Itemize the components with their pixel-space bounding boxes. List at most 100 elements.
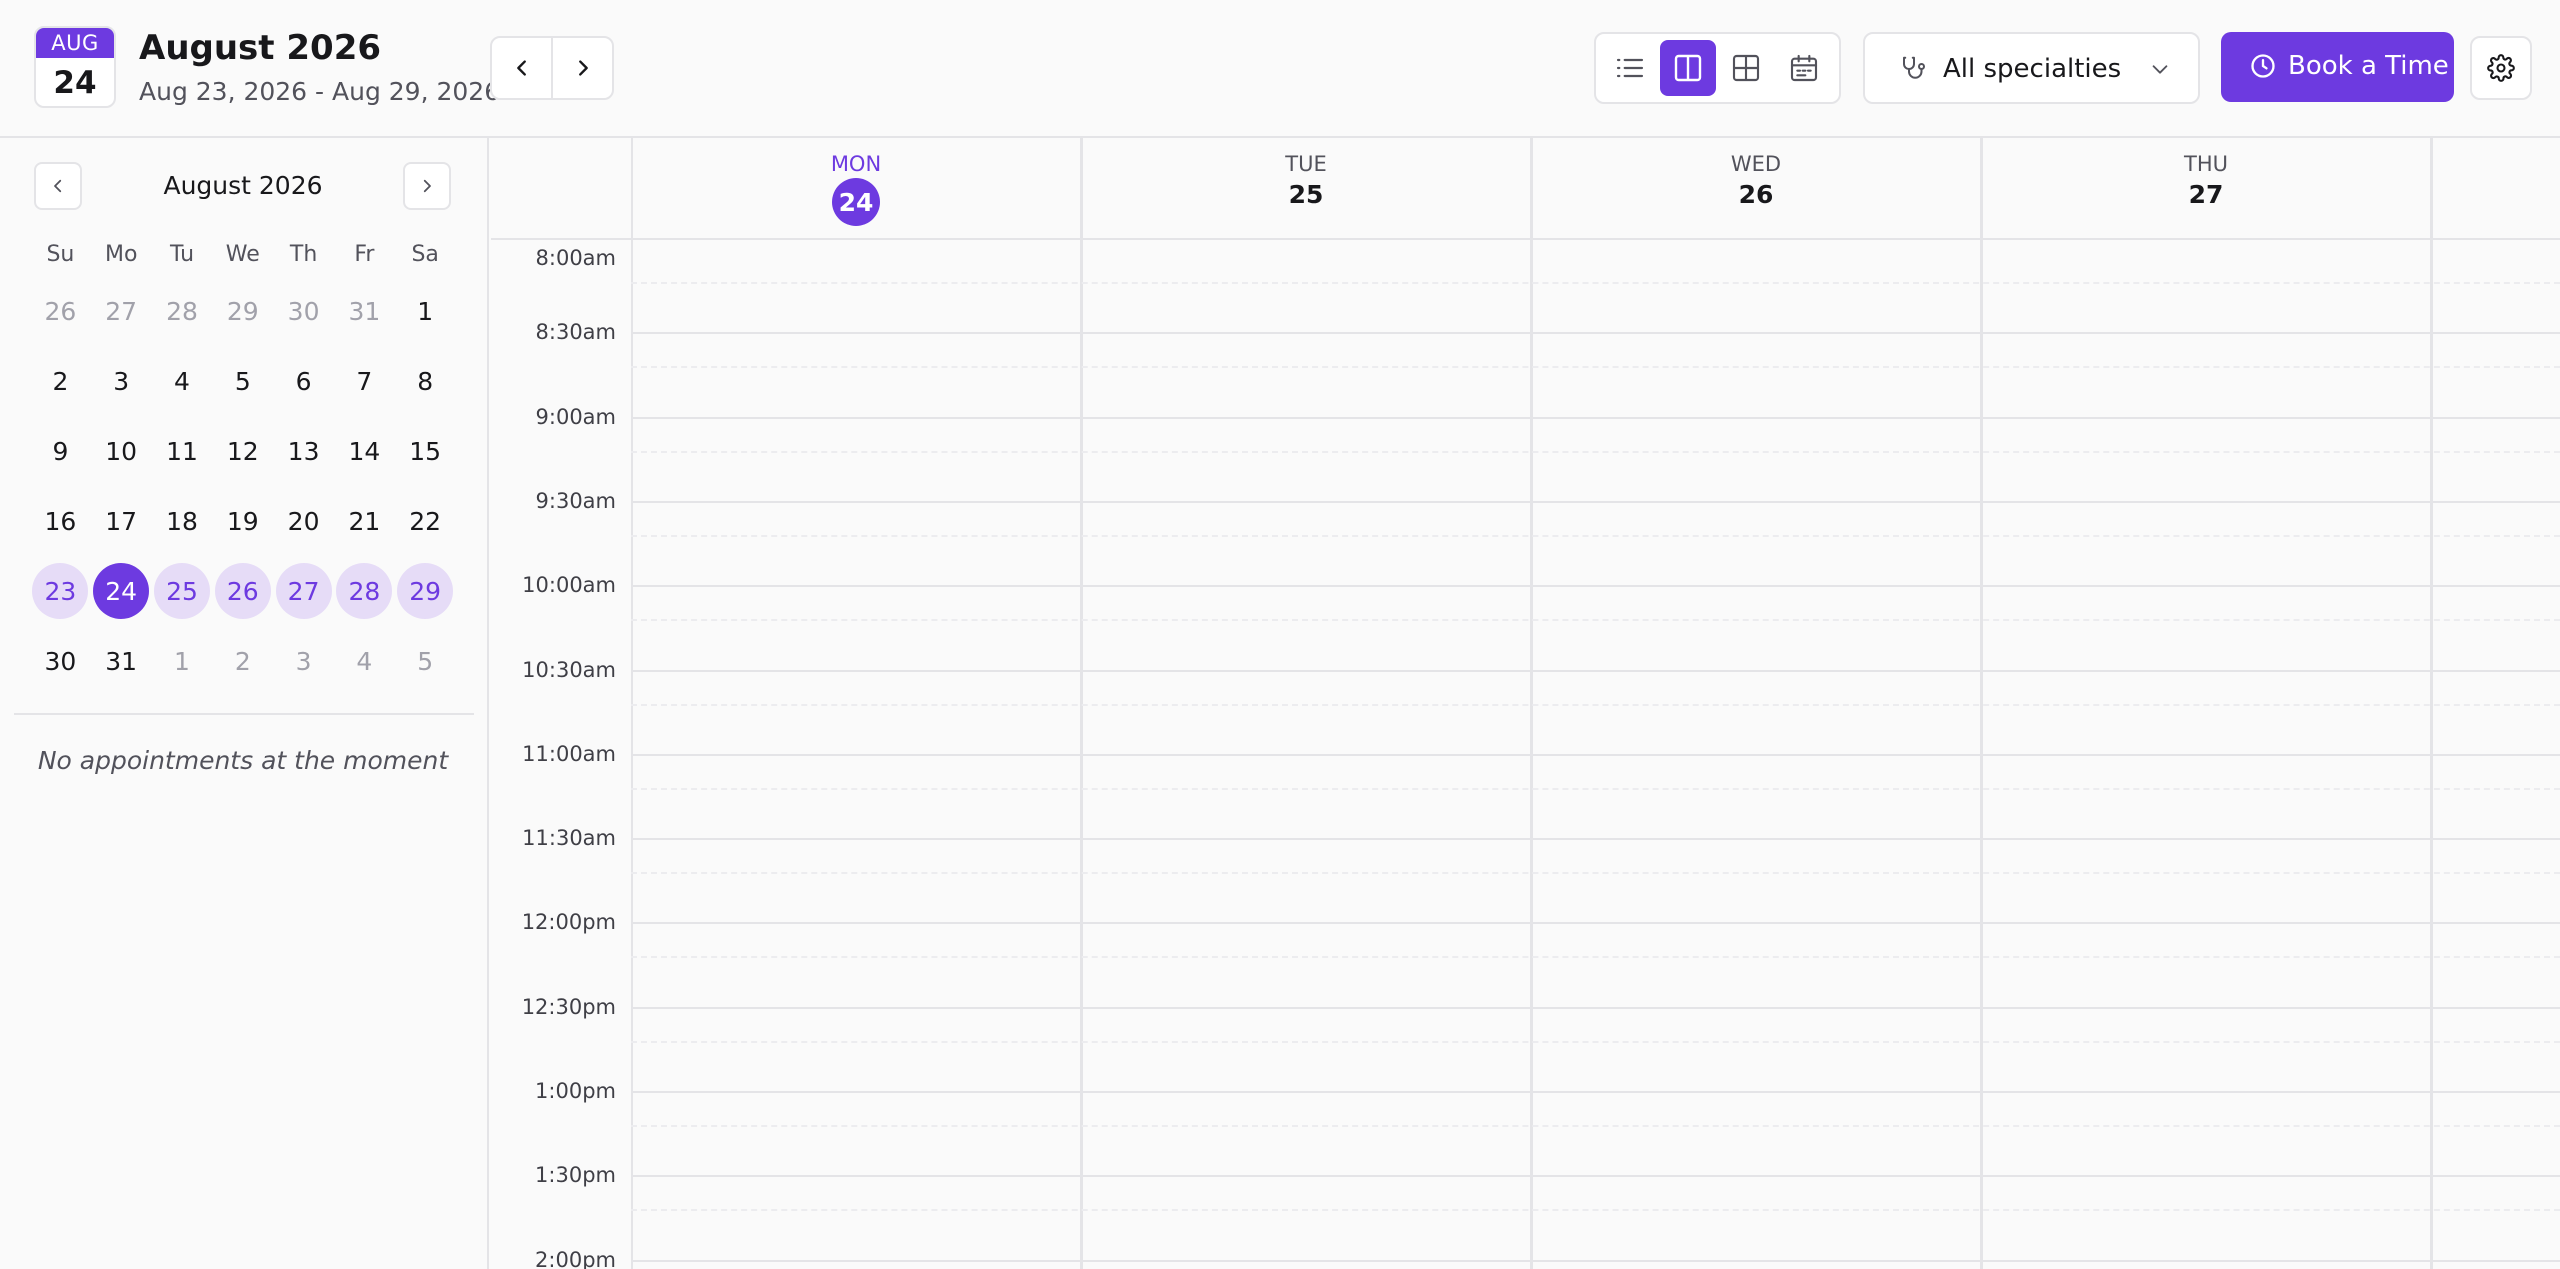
mini-calendar-day-label: 27 <box>275 563 332 619</box>
mini-calendar-day[interactable]: 9 <box>30 416 91 486</box>
calendar-view-button[interactable] <box>1776 40 1832 96</box>
mini-calendar-day[interactable]: 5 <box>395 626 456 696</box>
mini-calendar-day[interactable]: 1 <box>152 626 213 696</box>
mini-calendar-day-label: 15 <box>409 436 442 466</box>
previous-week-button[interactable] <box>492 38 551 98</box>
mini-calendar-day-label: 4 <box>174 366 190 396</box>
time-slot-label: 11:00am <box>522 741 616 766</box>
mini-calendar-day[interactable]: 28 <box>152 276 213 346</box>
mini-calendar-day[interactable]: 7 <box>334 346 395 416</box>
slot-line <box>631 753 2560 756</box>
mini-calendar-day[interactable]: 4 <box>152 346 213 416</box>
mini-calendar-day[interactable]: 30 <box>30 626 91 696</box>
day-column-header[interactable]: MON 24 <box>631 138 1081 238</box>
mini-calendar-day-label: 26 <box>214 563 271 619</box>
mini-calendar-day-label: 1 <box>417 296 434 326</box>
mini-calendar-day[interactable]: 24 <box>91 556 152 626</box>
mini-calendar-day[interactable]: 31 <box>91 626 152 696</box>
clock-icon <box>2251 54 2275 78</box>
mini-calendar-day[interactable]: 18 <box>152 486 213 556</box>
mini-calendar-day[interactable]: 16 <box>30 486 91 556</box>
mini-calendar-day[interactable]: 30 <box>273 276 334 346</box>
mini-calendar-day[interactable]: 15 <box>395 416 456 486</box>
next-week-button[interactable] <box>551 38 612 98</box>
mini-calendar-day[interactable]: 26 <box>212 556 273 626</box>
mini-calendar-day[interactable]: 8 <box>395 346 456 416</box>
month-grid-icon <box>1732 54 1760 82</box>
list-view-button[interactable] <box>1602 40 1658 96</box>
mini-calendar-day[interactable]: 29 <box>212 276 273 346</box>
chevron-right-icon <box>423 179 431 193</box>
mini-calendar-day-label: 8 <box>417 366 434 396</box>
mini-calendar-next-button[interactable] <box>403 162 451 210</box>
mini-calendar-day[interactable]: 3 <box>273 626 334 696</box>
slot-subline <box>631 619 2560 622</box>
mini-calendar-day[interactable]: 26 <box>30 276 91 346</box>
mini-calendar-day-label: 2 <box>52 366 69 396</box>
mini-calendar-day[interactable]: 20 <box>273 486 334 556</box>
week-view-button[interactable] <box>1660 40 1716 96</box>
mini-calendar-day[interactable]: 29 <box>395 556 456 626</box>
month-grid-view-button[interactable] <box>1718 40 1774 96</box>
date-range: Aug 23, 2026 - Aug 29, 2026 <box>139 77 501 106</box>
mini-calendar-day[interactable]: 4 <box>334 626 395 696</box>
mini-calendar-day-label: 16 <box>44 506 77 536</box>
day-column-header[interactable]: THU 27 <box>1981 138 2431 238</box>
mini-calendar-day[interactable]: 2 <box>30 346 91 416</box>
mini-calendar-day[interactable]: 21 <box>334 486 395 556</box>
mini-calendar-day[interactable]: 10 <box>91 416 152 486</box>
day-name: TUE <box>1285 152 1327 176</box>
mini-calendar-day-label: 19 <box>226 506 259 536</box>
mini-calendar-day[interactable]: 5 <box>212 346 273 416</box>
time-slot-label: 2:00pm <box>535 1247 616 1269</box>
time-slot-label: 1:30pm <box>535 1163 616 1188</box>
slot-line <box>631 1091 2560 1093</box>
slot-subline <box>631 534 2560 537</box>
mini-calendar-day-label: 30 <box>287 296 320 326</box>
mini-calendar-day-label: 14 <box>348 436 381 466</box>
time-slot-label: 8:30am <box>535 320 616 345</box>
mini-calendar-day-label: 29 <box>226 296 259 326</box>
mini-calendar-day[interactable]: 19 <box>212 486 273 556</box>
mini-calendar-day[interactable]: 28 <box>334 556 395 626</box>
slot-subline <box>631 787 2560 790</box>
mini-calendar-day-label: 4 <box>356 646 373 676</box>
mini-calendar-day[interactable]: 31 <box>334 276 395 346</box>
sidebar: August 2026 Su Mo Tu We Th Fr Sa 26 27 28 2… <box>0 138 489 1269</box>
top-toolbar: AUG 24 August 2026 Aug 23, 2026 - Aug 29… <box>0 0 2560 138</box>
slot-subline <box>631 956 2560 959</box>
mini-calendar-day-label: 5 <box>417 646 434 676</box>
day-column-header[interactable]: WED 26 <box>1531 138 1981 238</box>
mini-calendar-day[interactable]: 23 <box>30 556 91 626</box>
time-slot-label: 1:00pm <box>535 1079 616 1103</box>
specialty-select[interactable]: All specialties <box>1863 32 2200 104</box>
mini-calendar-day[interactable]: 12 <box>212 416 273 486</box>
mini-calendar-day[interactable]: 22 <box>395 486 456 556</box>
mini-calendar-day-label: 22 <box>409 506 442 536</box>
mini-calendar-day[interactable]: 3 <box>91 346 152 416</box>
day-column-header[interactable]: TUE 25 <box>1081 138 1531 238</box>
slot-line <box>631 416 2560 419</box>
mini-calendar-day[interactable]: 25 <box>152 556 213 626</box>
slot-line <box>631 1006 2560 1009</box>
mini-calendar-day-label: 13 <box>287 436 320 466</box>
mini-calendar-day[interactable]: 13 <box>273 416 334 486</box>
weekday-label: Th <box>289 242 318 267</box>
mini-calendar-day[interactable]: 11 <box>152 416 213 486</box>
mini-calendar-day[interactable]: 27 <box>91 276 152 346</box>
mini-calendar-day[interactable]: 1 <box>395 276 456 346</box>
mini-calendar-day[interactable]: 27 <box>273 556 334 626</box>
mini-calendar-day[interactable]: 17 <box>91 486 152 556</box>
mini-calendar-day[interactable]: 14 <box>334 416 395 486</box>
settings-button[interactable] <box>2470 36 2532 100</box>
mini-calendar-day-label: 30 <box>44 646 77 676</box>
mini-calendar-day[interactable]: 2 <box>212 626 273 696</box>
time-slot-label: 9:00am <box>535 404 616 429</box>
mini-calendar-day-label: 2 <box>234 646 251 676</box>
time-grid[interactable]: 8:00am 8:30am 9:00am 9:30am 10:00am 10:30am 11… <box>491 138 2560 1269</box>
mini-calendar-day-label: 3 <box>113 366 130 396</box>
mini-calendar-day-label: 12 <box>226 436 259 466</box>
book-a-time-button[interactable]: Book a Time <box>2221 32 2454 102</box>
day-headers: MON 24 TUE 25 WED 26 THU 27 <box>491 138 2560 240</box>
mini-calendar-day[interactable]: 6 <box>273 346 334 416</box>
